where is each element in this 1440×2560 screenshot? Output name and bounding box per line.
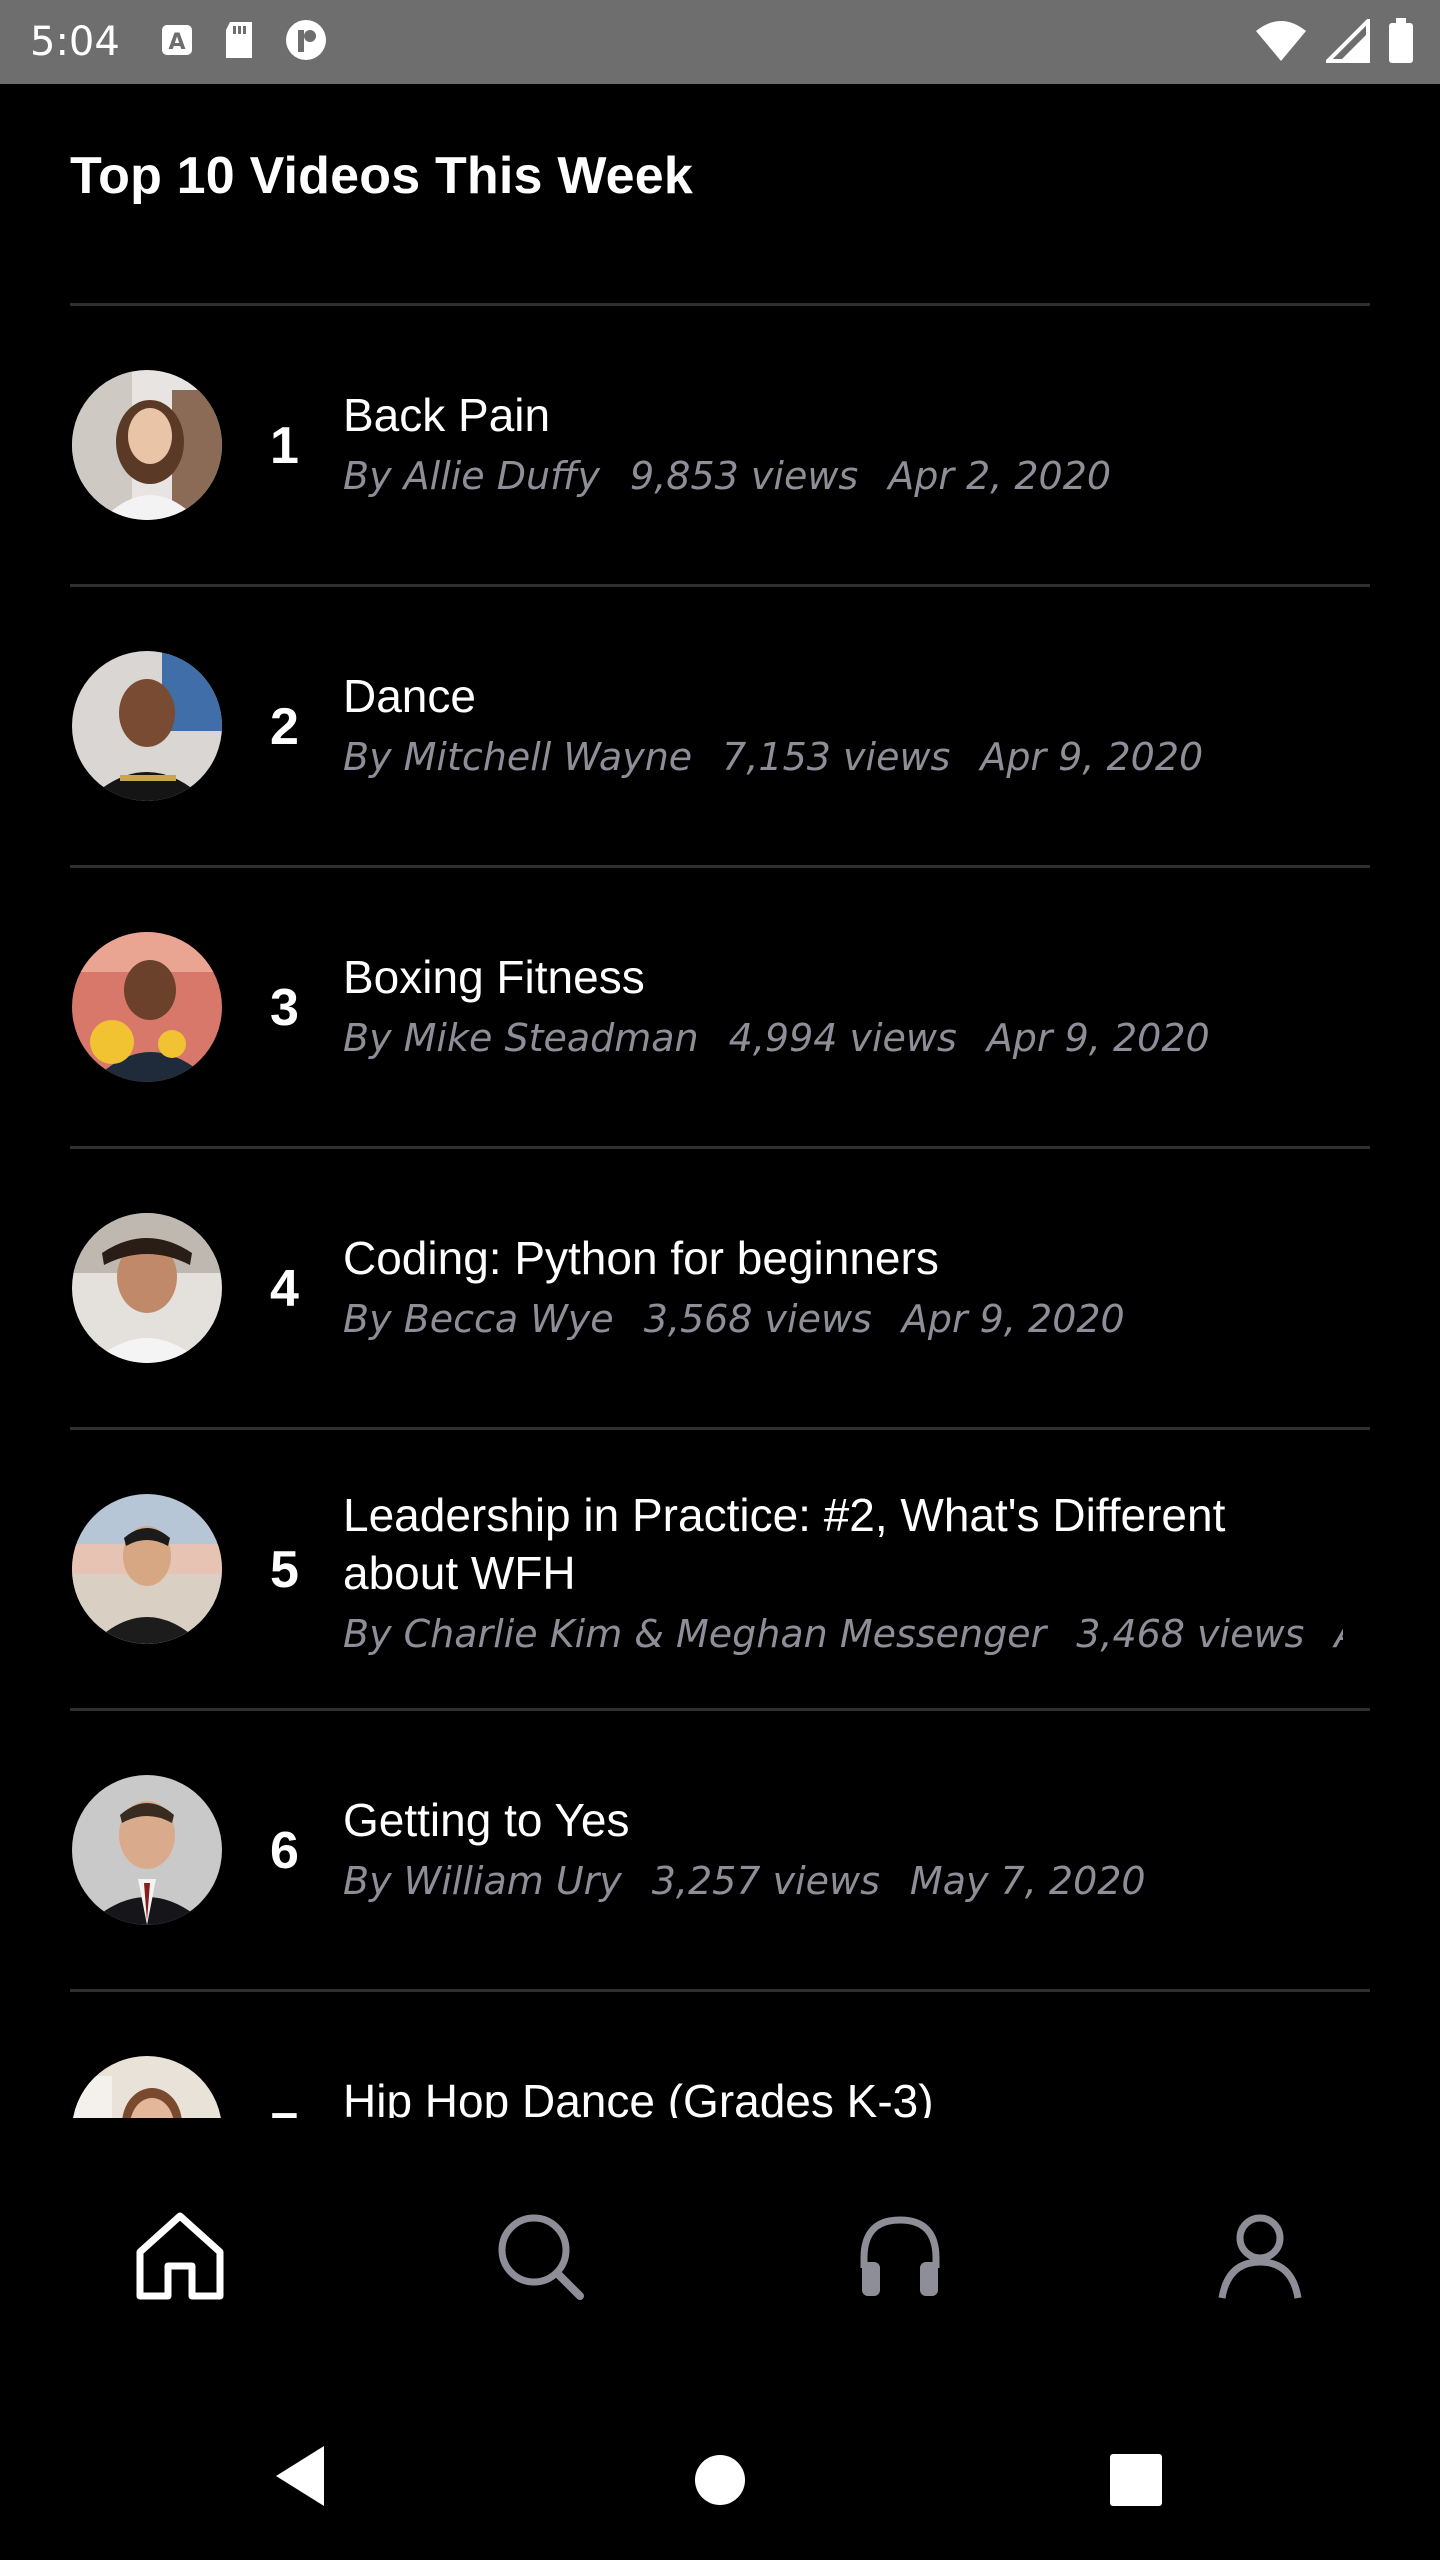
video-date: Apr 9, 2020	[986, 1016, 1210, 1060]
wifi-icon	[1254, 19, 1308, 68]
video-row[interactable]: 7 Hip Hop Dance (Grades K-3)	[70, 1989, 1370, 2118]
video-meta: By William Ury 3,257 views May 7, 2020	[343, 1859, 1343, 1903]
video-meta: By Mitchell Wayne 7,153 views Apr 9, 2020	[343, 735, 1343, 779]
sd-card-icon	[222, 20, 256, 65]
video-info[interactable]: Boxing Fitness By Mike Steadman 4,994 vie…	[343, 948, 1343, 1060]
video-info[interactable]: Hip Hop Dance (Grades K-3)	[343, 2072, 1343, 2118]
headphones-icon[interactable]	[850, 2206, 950, 2306]
video-views: 9,853 views	[630, 454, 859, 498]
battery-icon	[1388, 18, 1414, 69]
search-icon[interactable]	[490, 2206, 590, 2306]
creator-avatar	[72, 651, 222, 801]
video-info[interactable]: Dance By Mitchell Wayne 7,153 views Apr 9,…	[343, 667, 1343, 779]
signal-icon	[1323, 16, 1370, 68]
video-rank: 3	[270, 979, 299, 1037]
video-row[interactable]: 1 Back Pain By Allie Duffy 9,853 views Apr…	[70, 303, 1370, 584]
home-circle-icon[interactable]	[694, 2454, 746, 2511]
video-meta: By Mike Steadman 4,994 views Apr 9, 2020	[343, 1016, 1343, 1060]
video-title[interactable]: Back Pain	[343, 386, 1343, 444]
creator-avatar	[72, 1494, 222, 1644]
video-info[interactable]: Getting to Yes By William Ury 3,257 views…	[343, 1791, 1343, 1903]
video-date: May 7, 2020	[909, 1859, 1146, 1903]
video-meta: By Charlie Kim & Meghan Messenger 3,468 v…	[343, 1612, 1343, 1656]
video-rank: 2	[270, 698, 299, 756]
video-date: Apr 2, 2020	[888, 454, 1112, 498]
video-meta: By Allie Duffy 9,853 views Apr 2, 2020	[343, 454, 1343, 498]
video-row[interactable]: 6 Getting to Yes By William Ury 3,257 vie…	[70, 1708, 1370, 1989]
a-badge-icon: A	[160, 23, 194, 62]
video-views: 4,994 views	[728, 1016, 957, 1060]
creator-avatar	[72, 1213, 222, 1363]
video-meta: By Becca Wye 3,568 views Apr 9, 2020	[343, 1297, 1343, 1341]
video-views: 3,568 views	[643, 1297, 872, 1341]
video-row[interactable]: 3 Boxing Fitness By Mike Steadman 4,994 v…	[70, 865, 1370, 1146]
status-bar: 5:04 A	[0, 0, 1440, 84]
video-info[interactable]: Leadership in Practice: #2, What's Diffe…	[343, 1486, 1343, 1656]
profile-icon[interactable]	[1210, 2206, 1310, 2306]
page-title: Top 10 Videos This Week	[70, 147, 694, 205]
video-rank: 5	[270, 1541, 299, 1599]
video-author: By Charlie Kim & Meghan Messenger	[343, 1612, 1047, 1656]
video-views: 3,257 views	[651, 1859, 880, 1903]
video-info[interactable]: Coding: Python for beginners By Becca Wy…	[343, 1229, 1343, 1341]
recents-icon[interactable]	[1108, 2452, 1164, 2513]
video-date: Ap	[1334, 1612, 1343, 1656]
creator-avatar	[72, 2056, 222, 2118]
video-title[interactable]: Coding: Python for beginners	[343, 1229, 1343, 1287]
video-author: By William Ury	[343, 1859, 622, 1903]
video-title[interactable]: Hip Hop Dance (Grades K-3)	[343, 2072, 1343, 2118]
video-views: 7,153 views	[722, 735, 951, 779]
video-views: 3,468 views	[1076, 1612, 1305, 1656]
video-list[interactable]: 1 Back Pain By Allie Duffy 9,853 views Apr…	[70, 303, 1370, 2118]
status-icons-left: A	[160, 18, 328, 67]
creator-avatar	[72, 932, 222, 1082]
bottom-nav	[0, 2118, 1440, 2398]
video-author: By Becca Wye	[343, 1297, 614, 1341]
video-author: By Allie Duffy	[343, 454, 601, 498]
video-author: By Mitchell Wayne	[343, 735, 693, 779]
video-row[interactable]: 5 Leadership in Practice: #2, What's Dif…	[70, 1427, 1370, 1708]
status-icons-right	[1254, 16, 1414, 69]
video-date: Apr 9, 2020	[980, 735, 1204, 779]
video-rank: 4	[270, 1260, 299, 1318]
system-nav	[0, 2400, 1440, 2560]
creator-avatar	[72, 1775, 222, 1925]
creator-avatar	[72, 370, 222, 520]
video-author: By Mike Steadman	[343, 1016, 699, 1060]
video-row[interactable]: 4 Coding: Python for beginners By Becca …	[70, 1146, 1370, 1427]
status-time: 5:04	[30, 19, 120, 65]
video-date: Apr 9, 2020	[901, 1297, 1125, 1341]
video-title[interactable]: Leadership in Practice: #2, What's Diffe…	[343, 1486, 1343, 1602]
video-row[interactable]: 2 Dance By Mitchell Wayne 7,153 views Apr …	[70, 584, 1370, 865]
video-rank: 6	[270, 1822, 299, 1880]
back-icon[interactable]	[272, 2444, 328, 2513]
home-icon[interactable]	[130, 2206, 230, 2306]
circle-app-icon	[284, 18, 328, 67]
video-info[interactable]: Back Pain By Allie Duffy 9,853 views Apr 2…	[343, 386, 1343, 498]
video-title[interactable]: Boxing Fitness	[343, 948, 1343, 1006]
video-rank: 1	[270, 417, 299, 475]
video-title[interactable]: Dance	[343, 667, 1343, 725]
svg-text:A: A	[168, 30, 185, 55]
video-title[interactable]: Getting to Yes	[343, 1791, 1343, 1849]
video-rank: 7	[270, 2102, 340, 2118]
